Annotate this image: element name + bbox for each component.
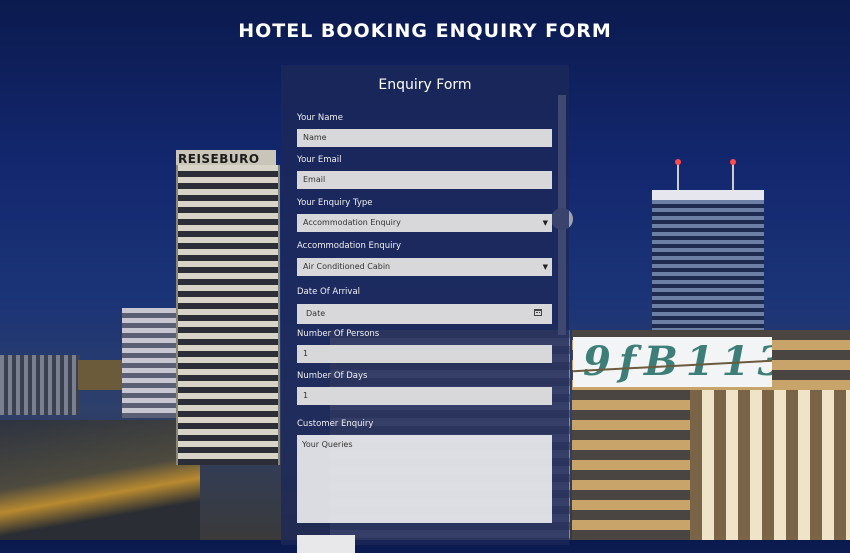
enquiry-form-panel: Enquiry Form Your Name Name Your Email E…	[281, 65, 569, 553]
form-title: Enquiry Form	[378, 77, 472, 93]
caret-down-icon: ▼	[542, 219, 548, 227]
background-antenna	[730, 159, 736, 190]
enquiry-type-value: Accommodation Enquiry	[303, 218, 401, 227]
email-label: Your Email	[297, 155, 342, 165]
caret-down-icon: ▼	[542, 263, 548, 271]
arrival-date-input[interactable]: Date	[297, 304, 552, 324]
name-input[interactable]: Name	[297, 129, 552, 147]
arrival-date-label: Date Of Arrival	[297, 287, 361, 297]
email-input[interactable]: Email	[297, 171, 552, 189]
page-title: HOTEL BOOKING ENQUIRY FORM	[238, 20, 612, 42]
name-label: Your Name	[297, 113, 343, 123]
accommodation-select[interactable]: Air Conditioned Cabin ▼	[297, 258, 552, 276]
background-building-lit	[78, 360, 123, 390]
background-building-mid	[122, 308, 182, 418]
accommodation-value: Air Conditioned Cabin	[303, 262, 391, 271]
background-antenna	[675, 159, 681, 190]
background-tower-right	[652, 190, 764, 340]
background-tower-left	[176, 165, 280, 465]
enquiry-type-label: Your Enquiry Type	[297, 198, 373, 208]
arrival-date-placeholder: Date	[306, 309, 326, 318]
captcha-image: 9fB113	[573, 337, 772, 387]
calendar-icon[interactable]	[534, 309, 542, 316]
customer-enquiry-textarea[interactable]: Your Queries	[297, 435, 552, 523]
days-input[interactable]: 1	[297, 387, 552, 405]
background-building-far	[0, 355, 80, 415]
persons-label: Number Of Persons	[297, 329, 380, 339]
background-road	[0, 420, 200, 540]
accommodation-label: Accommodation Enquiry	[297, 241, 401, 251]
customer-enquiry-label: Customer Enquiry	[297, 419, 374, 429]
background-building-right-front	[690, 390, 850, 540]
days-label: Number Of Days	[297, 371, 368, 381]
background-sign: REISEBURO	[178, 152, 260, 166]
enquiry-type-select[interactable]: Accommodation Enquiry ▼	[297, 214, 552, 232]
persons-input[interactable]: 1	[297, 345, 552, 363]
submit-button[interactable]	[297, 535, 355, 553]
